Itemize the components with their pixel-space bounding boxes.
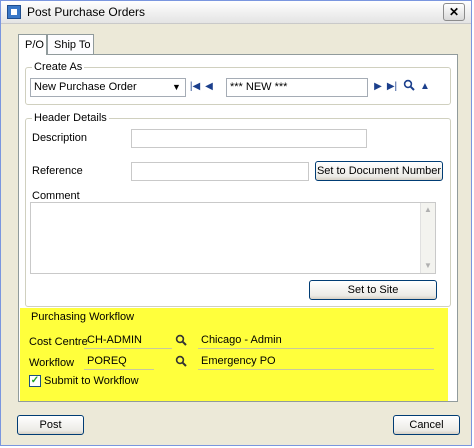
first-record-icon[interactable]: |◀ bbox=[189, 79, 201, 95]
previous-record-icon[interactable]: ◀ bbox=[203, 79, 215, 95]
close-button[interactable]: ✕ bbox=[443, 3, 465, 21]
workflow-name: Emergency PO bbox=[201, 355, 276, 367]
cost-centre-name-underline bbox=[198, 348, 434, 349]
cost-centre-name: Chicago - Admin bbox=[201, 334, 282, 346]
reference-field[interactable] bbox=[131, 162, 309, 181]
post-purchase-orders-window: Post Purchase Orders ✕ P/O Ship To Creat… bbox=[0, 0, 472, 446]
create-as-combo-value: New Purchase Order bbox=[34, 81, 137, 93]
app-icon bbox=[7, 5, 21, 19]
collapse-up-icon[interactable]: ▲ bbox=[419, 79, 431, 95]
create-as-label: Create As bbox=[32, 61, 85, 73]
comment-field[interactable]: ▲ ▼ bbox=[30, 202, 436, 274]
tab-ship-to[interactable]: Ship To bbox=[47, 34, 94, 54]
cost-centre-code-field[interactable]: CH-ADMIN bbox=[87, 333, 142, 347]
window-title: Post Purchase Orders bbox=[27, 5, 146, 19]
next-record-icon[interactable]: ▶ bbox=[372, 79, 384, 95]
set-to-document-number-button[interactable]: Set to Document Number bbox=[315, 161, 443, 181]
header-details-group: Header Details Description Reference Set… bbox=[25, 112, 451, 307]
last-record-icon[interactable]: ▶| bbox=[386, 79, 398, 95]
cost-centre-label: Cost Centre bbox=[29, 336, 88, 348]
set-to-site-button[interactable]: Set to Site bbox=[309, 280, 437, 300]
cancel-button[interactable]: Cancel bbox=[393, 415, 460, 435]
create-as-combo[interactable]: New Purchase Order ▼ bbox=[30, 78, 186, 97]
comment-label: Comment bbox=[32, 190, 80, 202]
chevron-down-icon[interactable]: ▼ bbox=[169, 80, 184, 95]
submit-to-workflow-label[interactable]: Submit to Workflow bbox=[44, 374, 139, 388]
submit-to-workflow-checkbox[interactable]: ✓ bbox=[29, 375, 41, 387]
cost-centre-search-icon[interactable] bbox=[175, 334, 187, 349]
workflow-code-field[interactable]: POREQ bbox=[87, 354, 127, 368]
search-icon[interactable] bbox=[403, 79, 415, 95]
workflow-underline bbox=[84, 369, 154, 370]
workflow-search-icon[interactable] bbox=[175, 355, 187, 370]
workflow-name-underline bbox=[198, 369, 434, 370]
create-as-group: Create As New Purchase Order ▼ |◀ ◀ *** … bbox=[25, 61, 451, 105]
workflow-label: Workflow bbox=[29, 357, 75, 369]
description-field[interactable] bbox=[131, 129, 367, 148]
scroll-down-icon[interactable]: ▼ bbox=[421, 259, 435, 273]
comment-scrollbar[interactable]: ▲ ▼ bbox=[420, 203, 435, 273]
tab-po[interactable]: P/O bbox=[18, 34, 47, 55]
cost-centre-underline bbox=[84, 348, 172, 349]
purchasing-workflow-label: Purchasing Workflow bbox=[31, 311, 135, 323]
reference-label: Reference bbox=[32, 165, 83, 177]
description-label: Description bbox=[32, 132, 88, 144]
header-details-label: Header Details bbox=[32, 112, 109, 124]
post-button[interactable]: Post bbox=[17, 415, 84, 435]
title-bar: Post Purchase Orders ✕ bbox=[1, 1, 471, 24]
scroll-up-icon[interactable]: ▲ bbox=[421, 203, 435, 217]
purchasing-workflow-highlight: Purchasing Workflow Cost Centre CH-ADMIN… bbox=[20, 308, 448, 401]
record-number-field[interactable]: *** NEW *** bbox=[226, 78, 368, 97]
